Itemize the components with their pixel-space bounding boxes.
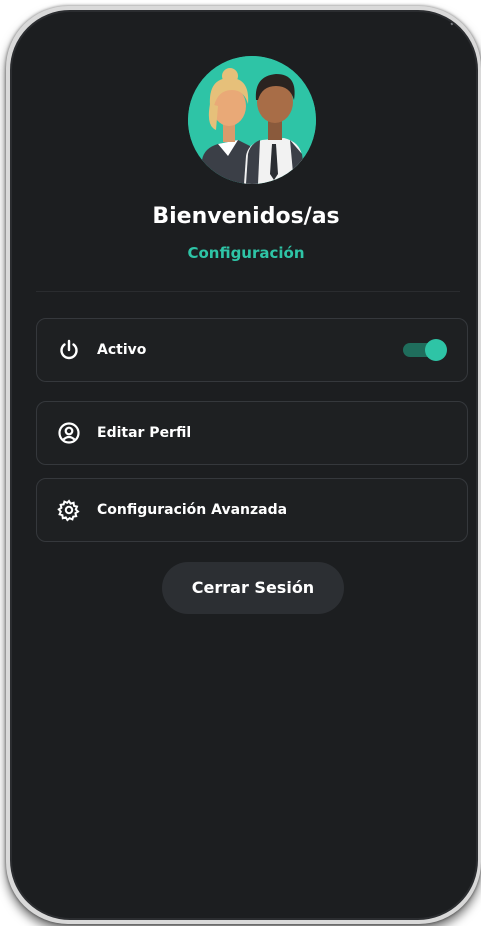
menu-item-editar-perfil[interactable]: Editar Perfil	[36, 401, 468, 465]
menu-item-configuracion-avanzada[interactable]: Configuración Avanzada	[36, 478, 468, 542]
menu-item-activo[interactable]: Activo	[36, 318, 468, 382]
menu-item-label: Configuración Avanzada	[97, 502, 288, 518]
app-screen: ✕ Bienvenidos/as Configuración Activo Ed…	[10, 10, 478, 920]
user-circle-icon	[58, 422, 80, 444]
menu-item-label: Activo	[97, 342, 147, 358]
avatar	[188, 56, 316, 184]
power-icon	[60, 339, 78, 360]
activo-toggle[interactable]	[403, 339, 447, 361]
people-avatar-icon	[188, 56, 316, 184]
gear-icon	[57, 499, 80, 522]
close-icon[interactable]: ✕	[448, 12, 466, 32]
page-subtitle: Configuración	[187, 244, 305, 262]
logout-button[interactable]: Cerrar Sesión	[162, 562, 344, 614]
menu-item-label: Editar Perfil	[97, 425, 192, 441]
page-title: Bienvenidos/as	[152, 204, 340, 229]
section-divider	[36, 291, 460, 292]
toggle-thumb	[425, 339, 447, 361]
